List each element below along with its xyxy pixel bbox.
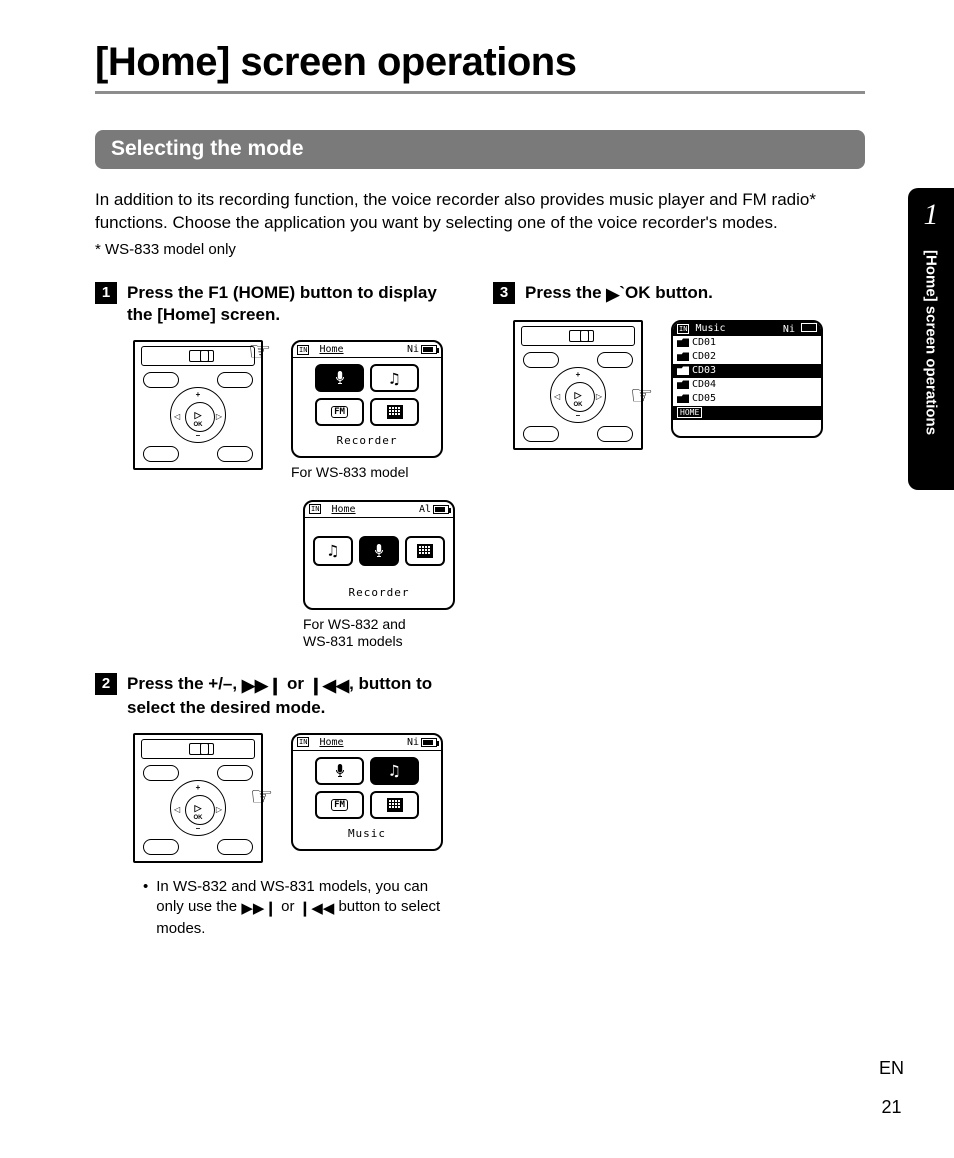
mode-recorder-icon: [359, 536, 399, 566]
rewind-icon: ❙◀◀: [299, 899, 335, 919]
step-3: 3 Press the ▶`OK button. + ▷ OK: [493, 282, 863, 450]
folder-label: CD05: [692, 393, 716, 404]
folder-icon: [677, 394, 689, 403]
folder-row: CD01: [673, 336, 821, 350]
home-soft-button: HOME: [677, 407, 702, 418]
fast-forward-icon: ▶▶❙: [242, 675, 282, 697]
step-3-text: Press the ▶`OK button.: [525, 282, 863, 306]
lcd-mode-label: Recorder: [305, 584, 453, 603]
chapter-label: [Home] screen operations: [923, 250, 940, 435]
step-1-pre: Press the: [127, 283, 208, 302]
step-1-text: Press the F1 (HOME) button to display th…: [127, 282, 465, 326]
figure-lcd-home-832: IN Home Al ♫ Recorder: [303, 500, 455, 651]
in-indicator: IN: [297, 345, 309, 355]
mode-music-icon: ♫: [313, 536, 353, 566]
step-1-post2: ] screen.: [210, 305, 280, 324]
folder-row: CD05: [673, 392, 821, 406]
in-indicator: IN: [309, 504, 321, 514]
device-panel-icon: + ▷ OK – ◁▷ ☜: [513, 320, 643, 450]
intro-text: In addition to its recording function, t…: [95, 189, 865, 235]
chapter-number: 1: [908, 188, 954, 232]
footnote: * WS-833 model only: [95, 241, 954, 258]
hand-pointer-icon: ☜: [250, 781, 273, 812]
folder-icon: [677, 338, 689, 347]
folder-label: CD03: [692, 365, 716, 376]
battery-icon: [433, 505, 449, 514]
folder-icon: [677, 366, 689, 375]
hand-pointer-icon: ☜: [630, 380, 653, 411]
mode-calendar-icon: [370, 398, 419, 426]
section-header: Selecting the mode: [95, 130, 865, 169]
chapter-tab: 1 [Home] screen operations: [908, 188, 954, 490]
step-2-badge: 2: [95, 673, 117, 695]
lcd-mode-label: Music: [293, 825, 441, 844]
step-2-text: Press the +/–, ▶▶❙ or ❙◀◀, button to sel…: [127, 673, 465, 719]
battery-icon: [421, 345, 437, 354]
figure-device-dpad: + ▷ OK – ◁▷ ☜: [133, 733, 263, 863]
lcd-title: Home: [331, 504, 355, 515]
battery-type: Ni: [407, 737, 419, 748]
page-number: 21: [879, 1097, 904, 1118]
list-title: Music: [695, 323, 725, 334]
in-indicator: IN: [297, 737, 309, 747]
device-panel-icon: + ▷ OK – ◁▷ ☜: [133, 340, 263, 470]
mode-calendar-icon: [370, 791, 419, 819]
in-indicator: IN: [677, 324, 689, 334]
caption-833: For WS-833 model: [291, 464, 408, 482]
step-1-button-label: F1 (HOME): [208, 283, 295, 302]
right-column: 3 Press the ▶`OK button. + ▷ OK: [493, 282, 863, 952]
mode-fm-icon: FM: [315, 791, 364, 819]
fast-forward-icon: ▶▶❙: [241, 899, 277, 919]
folder-row: CD04: [673, 378, 821, 392]
mode-recorder-icon: [315, 757, 364, 785]
battery-type: Ni: [783, 324, 795, 335]
mode-recorder-icon: [315, 364, 364, 392]
step-1-badge: 1: [95, 282, 117, 304]
step-2-note: • In WS-832 and WS-831 models, you can o…: [143, 877, 443, 940]
page-title: [Home] screen operations: [95, 40, 954, 85]
step-1: 1 Press the F1 (HOME) button to display …: [95, 282, 465, 651]
battery-icon: [421, 738, 437, 747]
lcd-mode-label: Recorder: [293, 432, 441, 451]
figure-lcd-music-list: IN Music Ni CD01 CD02 CD03 CD04 CD05 HOME: [671, 320, 823, 450]
figure-device-ok: + ▷ OK – ◁▷ ☜: [513, 320, 643, 450]
mode-music-icon: ♫: [370, 757, 419, 785]
battery-type: Al: [419, 504, 431, 515]
hand-pointer-icon: ☜: [248, 336, 271, 367]
mode-fm-icon: FM: [315, 398, 364, 426]
play-icon: ▶: [606, 284, 619, 306]
figure-lcd-home-833: IN Home Ni ♫ FM: [291, 340, 443, 482]
folder-icon: [677, 352, 689, 361]
lcd-title: Home: [319, 344, 343, 355]
folder-icon: [677, 380, 689, 389]
caption-832: For WS-832 andWS-831 models: [303, 616, 406, 651]
step-3-badge: 3: [493, 282, 515, 304]
folder-label: CD04: [692, 379, 716, 390]
folder-label: CD02: [692, 351, 716, 362]
language-code: EN: [879, 1058, 904, 1079]
rewind-icon: ❙◀◀: [309, 675, 349, 697]
step-1-home: Home: [163, 305, 210, 324]
step-2: 2 Press the +/–, ▶▶❙ or ❙◀◀, button to s…: [95, 673, 465, 940]
device-panel-icon: + ▷ OK – ◁▷ ☜: [133, 733, 263, 863]
page-footer: EN 21: [879, 1058, 904, 1118]
figure-device-f1: + ▷ OK – ◁▷ ☜: [133, 340, 263, 482]
left-column: 1 Press the F1 (HOME) button to display …: [95, 282, 465, 952]
folder-row: CD02: [673, 350, 821, 364]
mode-music-icon: ♫: [370, 364, 419, 392]
folder-label: CD01: [692, 337, 716, 348]
mode-calendar-icon: [405, 536, 445, 566]
title-rule: [95, 91, 865, 94]
battery-icon: [801, 323, 817, 332]
figure-lcd-music-selected: IN Home Ni ♫ FM: [291, 733, 443, 863]
battery-type: Ni: [407, 344, 419, 355]
folder-row: CD03: [673, 364, 821, 378]
lcd-title: Home: [319, 737, 343, 748]
